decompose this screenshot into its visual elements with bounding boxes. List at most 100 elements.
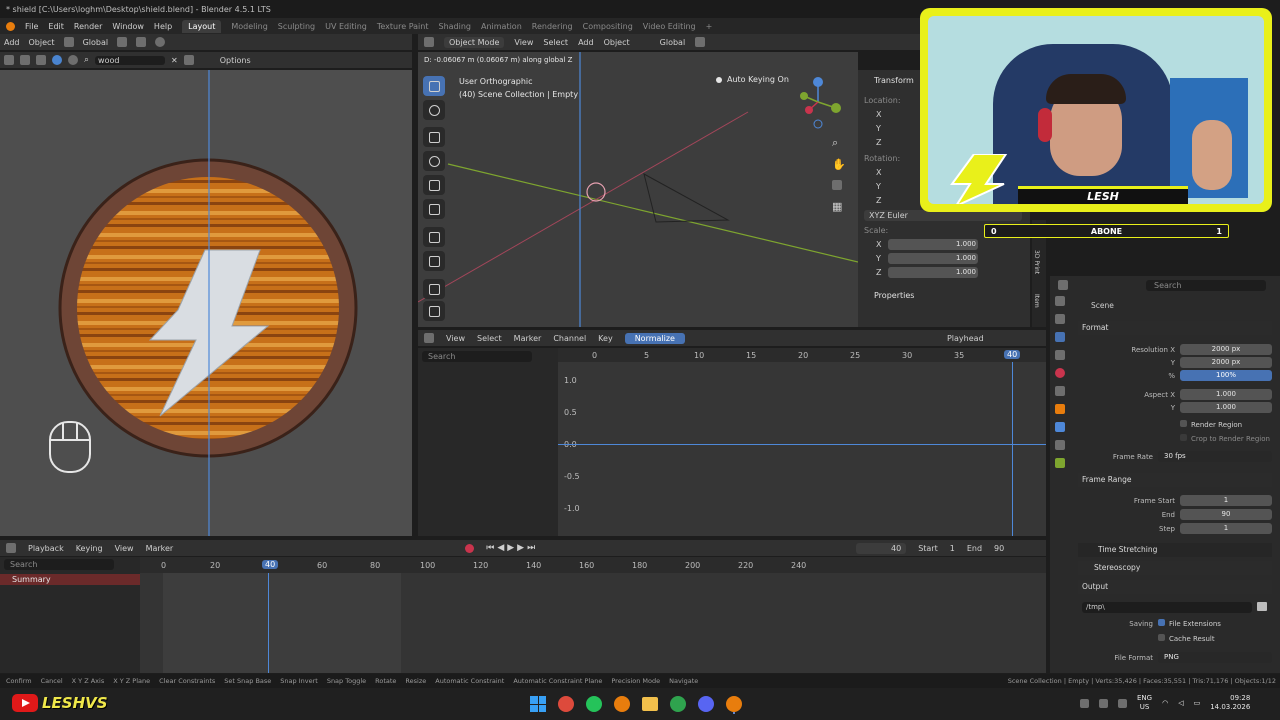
close-icon[interactable]: ✕ <box>171 56 178 65</box>
folder-icon[interactable] <box>1257 602 1267 611</box>
tab-texture-paint[interactable]: Texture Paint <box>377 22 429 31</box>
options-dropdown[interactable]: Options <box>220 56 251 65</box>
pivot-icon[interactable] <box>117 37 128 47</box>
tab-item[interactable]: Item <box>1033 294 1040 308</box>
graph-key-menu[interactable]: Key <box>598 334 613 343</box>
tab-video-editing[interactable]: Video Editing <box>643 22 696 31</box>
tool-annotate[interactable] <box>423 227 445 247</box>
whatsapp-icon[interactable] <box>586 696 602 712</box>
grid-view-icon[interactable]: ▦ <box>832 200 842 213</box>
percent-field[interactable]: 100% <box>1180 370 1272 381</box>
volume-icon[interactable]: ◁ <box>1178 699 1183 707</box>
properties-subpanel[interactable]: Properties <box>874 291 914 300</box>
data-tab-icon[interactable] <box>1055 458 1065 468</box>
summary-row[interactable]: Summary <box>0 574 140 585</box>
overlay-icon[interactable] <box>68 55 78 65</box>
tray-icon[interactable] <box>1099 698 1108 708</box>
tool-transform[interactable] <box>423 199 445 219</box>
left-preview-area[interactable] <box>0 70 412 536</box>
wifi-icon[interactable]: ◠ <box>1162 699 1168 707</box>
tab-animation[interactable]: Animation <box>481 22 522 31</box>
pan-hand-icon[interactable]: ✋ <box>832 158 846 171</box>
tab-3d-print[interactable]: 3D Print <box>1033 250 1040 274</box>
scale-y-field[interactable]: 1.000 <box>888 253 978 264</box>
tab-shading[interactable]: Shading <box>438 22 471 31</box>
file-explorer-icon[interactable] <box>642 697 658 711</box>
graph-view-menu[interactable]: View <box>446 334 465 343</box>
graph-marker-menu[interactable]: Marker <box>514 334 542 343</box>
output-tab-icon[interactable] <box>1055 332 1065 342</box>
viewport-snap-icon[interactable] <box>695 37 706 47</box>
windows-start-icon[interactable] <box>530 696 546 712</box>
frame-end-field[interactable]: 90 <box>1180 509 1272 520</box>
graph-current-frame[interactable]: 40 <box>1004 350 1021 359</box>
timeline-view-menu[interactable]: View <box>115 544 134 553</box>
scale-x-field[interactable]: 1.000 <box>888 239 978 250</box>
viewport-global-dropdown[interactable]: Global <box>660 38 686 47</box>
crop-checkbox[interactable]: Crop to Render Region <box>1180 434 1272 443</box>
tool-add-object[interactable] <box>423 301 445 321</box>
tab-modeling[interactable]: Modeling <box>231 22 267 31</box>
render-tab-icon[interactable] <box>1055 314 1065 324</box>
time-stretching-section[interactable]: Time Stretching <box>1078 543 1272 557</box>
resolution-x-field[interactable]: 2000 px <box>1180 344 1272 355</box>
cache-result-checkbox[interactable]: Cache Result <box>1158 634 1272 643</box>
graph-channel-menu[interactable]: Channel <box>553 334 586 343</box>
viewport-view-menu[interactable]: View <box>514 38 533 47</box>
start-field[interactable]: 1 <box>950 544 955 553</box>
graph-search-input[interactable]: Search <box>422 351 532 362</box>
select-box-icon[interactable] <box>4 55 14 65</box>
select-mode-icon[interactable] <box>20 55 30 65</box>
properties-search-input[interactable]: Search <box>1146 279 1266 291</box>
properties-editor-icon[interactable] <box>1058 280 1068 290</box>
frame-range-section[interactable]: Frame Range <box>1078 473 1272 487</box>
viewport-select-menu[interactable]: Select <box>543 38 568 47</box>
playback-controls[interactable]: ⏮◀▶▶⏭ <box>486 543 538 553</box>
render-region-checkbox[interactable]: Render Region <box>1180 420 1272 429</box>
view-layer-tab-icon[interactable] <box>1055 350 1065 360</box>
object-tab-icon[interactable] <box>1055 404 1065 414</box>
tool-scale[interactable] <box>423 175 445 195</box>
tool-tab-icon[interactable] <box>1055 296 1065 306</box>
tab-uv-editing[interactable]: UV Editing <box>325 22 367 31</box>
transform-orientation-icon[interactable] <box>63 37 74 47</box>
tool-add-cube[interactable] <box>423 279 445 299</box>
menu-edit[interactable]: Edit <box>48 22 64 31</box>
tool-select-box[interactable] <box>423 76 445 96</box>
aspect-x-field[interactable]: 1.000 <box>1180 389 1272 400</box>
tab-layout[interactable]: Layout <box>182 19 222 33</box>
format-section[interactable]: Format <box>1078 321 1272 335</box>
funnel-icon[interactable] <box>183 55 194 65</box>
aspect-y-field[interactable]: 1.000 <box>1180 402 1272 413</box>
tab-compositing[interactable]: Compositing <box>583 22 633 31</box>
frame-start-field[interactable]: 1 <box>1180 495 1272 506</box>
graph-editor-type-icon[interactable] <box>424 333 434 343</box>
snap-icon[interactable] <box>136 37 147 47</box>
viewport-add-menu[interactable]: Add <box>578 38 594 47</box>
menu-file[interactable]: File <box>25 22 38 31</box>
end-field[interactable]: 90 <box>994 544 1004 553</box>
blender-app-icon[interactable] <box>614 696 630 712</box>
tool-move[interactable] <box>423 127 445 147</box>
record-icon[interactable] <box>465 543 475 553</box>
tool-cursor[interactable] <box>423 100 445 120</box>
timeline-keying-menu[interactable]: Keying <box>76 544 103 553</box>
chrome-icon[interactable] <box>558 696 574 712</box>
timeline-current-frame[interactable]: 40 <box>262 560 279 569</box>
search-input[interactable]: wood <box>95 55 166 65</box>
frame-step-field[interactable]: 1 <box>1180 523 1272 534</box>
output-path-field[interactable]: /tmp\ <box>1082 602 1252 613</box>
file-extensions-checkbox[interactable]: File Extensions <box>1158 619 1272 628</box>
blender-active-icon[interactable] <box>726 696 742 712</box>
camera-view-icon[interactable] <box>832 180 842 190</box>
tray-icon[interactable] <box>1080 698 1089 708</box>
scene-tab-icon[interactable] <box>1055 368 1065 378</box>
tool-rotate[interactable] <box>423 151 445 171</box>
blender-logo-icon[interactable] <box>6 21 15 31</box>
normalize-toggle[interactable]: Normalize <box>624 332 685 344</box>
zoom-icon[interactable]: ⌕ <box>832 136 838 150</box>
output-section[interactable]: Output <box>1078 580 1272 594</box>
mode-dropdown[interactable]: Object Mode <box>444 36 505 48</box>
timeline-search-input[interactable]: Search <box>4 559 114 570</box>
playhead-dropdown[interactable]: Playhead <box>947 334 984 343</box>
